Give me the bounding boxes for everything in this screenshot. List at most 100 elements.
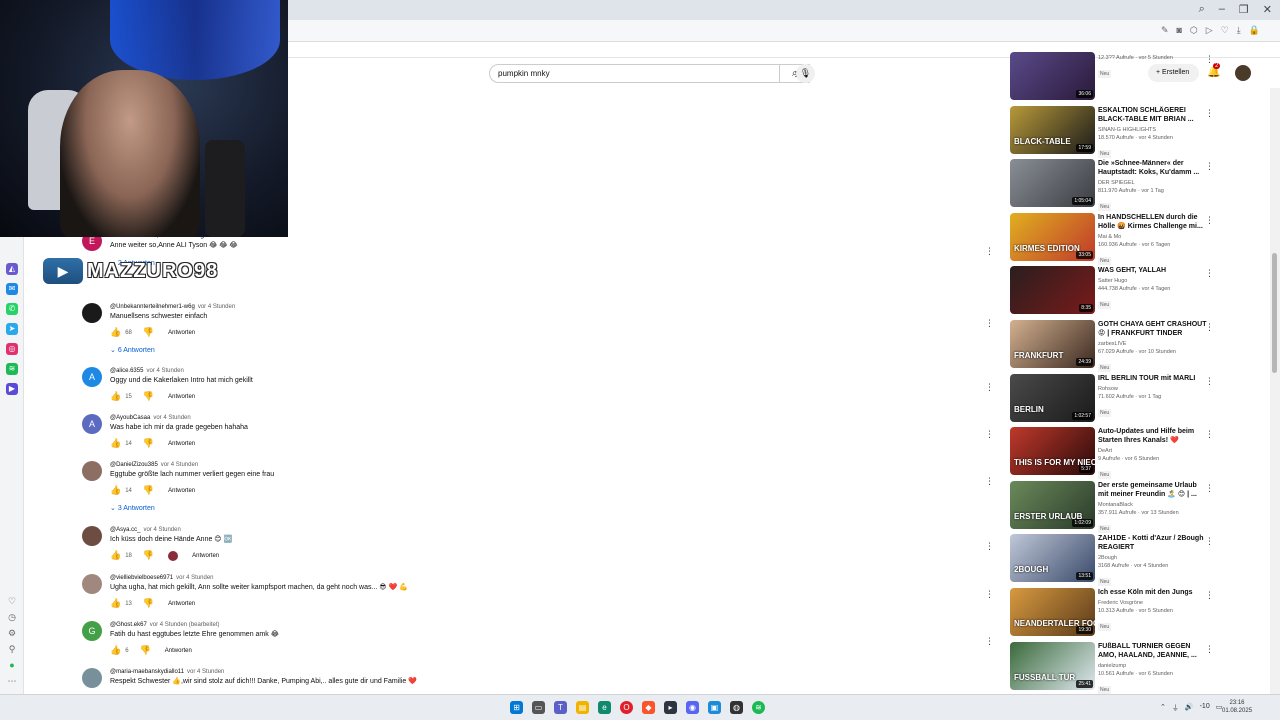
like-icon[interactable]: 👍 <box>110 485 121 496</box>
download-icon[interactable]: ⤓ <box>1237 25 1241 36</box>
recommended-video[interactable]: 1:05:04 Die »Schnee-Männer« der Hauptsta… <box>1010 159 1230 211</box>
like-icon[interactable]: 👍 <box>110 645 121 656</box>
brave-icon[interactable]: ◆ <box>642 701 655 714</box>
clock[interactable]: 23:16 01.08.2025 <box>1222 699 1252 715</box>
video-thumbnail[interactable]: ERSTER URLAUB 1:02:09 <box>1010 481 1095 529</box>
recommended-video[interactable]: NEANDERTALER FOOD TOUR19:30 Ich esse Köl… <box>1010 588 1230 636</box>
video-title[interactable]: ESKALTION SCHLÄGEREI BLACK-TABLE MIT BRI… <box>1098 106 1208 124</box>
video-thumbnail[interactable]: FRANKFURT 24:39 <box>1010 320 1095 368</box>
reply-button[interactable]: Antworten <box>192 553 219 559</box>
video-menu-icon[interactable]: ⋮ <box>1205 429 1214 440</box>
app-icon[interactable]: ▣ <box>708 701 721 714</box>
video-menu-icon[interactable]: ⋮ <box>1205 322 1214 333</box>
start-icon[interactable]: ⊞ <box>510 701 523 714</box>
reply-button[interactable]: Antworten <box>168 441 195 447</box>
voice-search-icon[interactable]: 🎙 <box>796 64 815 83</box>
edit-icon[interactable]: ✎ <box>1161 25 1169 36</box>
comment-menu-icon[interactable]: ⋮ <box>985 636 994 647</box>
video-title[interactable]: ZAH1DE - Kotti d'Azur / 2Bough REAGIERT <box>1098 534 1208 552</box>
video-thumbnail[interactable]: 36:06 <box>1010 52 1095 100</box>
video-thumbnail[interactable]: NEANDERTALER FOOD TOUR19:30 <box>1010 588 1095 636</box>
like-icon[interactable]: 👍 <box>110 598 121 609</box>
video-menu-icon[interactable]: ⋮ <box>1205 376 1214 387</box>
aria-icon[interactable]: ◭ <box>6 263 18 275</box>
video-title[interactable]: GOTH CHAYA GEHT CRASHOUT 😡 | FRANKFURT T… <box>1098 320 1208 338</box>
search-icon[interactable]: ⌕ <box>1199 3 1205 16</box>
play-icon[interactable]: ▷ <box>1206 25 1213 36</box>
reply-button[interactable]: Antworten <box>168 601 195 607</box>
obs-icon[interactable]: ◍ <box>730 701 743 714</box>
terminal-icon[interactable]: ▸ <box>664 701 677 714</box>
comment-author[interactable]: @maria-maebanskydiallo11 <box>110 669 184 675</box>
video-menu-icon[interactable]: ⋮ <box>1205 536 1214 547</box>
cube-icon[interactable]: ⬡ <box>1190 25 1198 36</box>
comment-avatar[interactable] <box>82 668 102 688</box>
dislike-icon[interactable]: 👎 <box>143 550 154 561</box>
comment-avatar[interactable]: G <box>82 621 102 641</box>
video-channel[interactable]: Satter Hugo <box>1098 277 1208 285</box>
messenger-icon[interactable]: ✉ <box>6 283 18 295</box>
minimize-icon[interactable]: – <box>1219 3 1225 16</box>
discord-icon[interactable]: ◉ <box>686 701 699 714</box>
comment-avatar[interactable]: A <box>82 414 102 434</box>
lock-icon[interactable]: 🔒 <box>1249 25 1260 36</box>
comment-author[interactable]: @alice.6355 <box>110 368 143 374</box>
video-channel[interactable]: 2Bough <box>1098 554 1208 562</box>
telegram-icon[interactable]: ➤ <box>6 323 18 335</box>
pin-icon[interactable]: ⚲ <box>6 643 18 655</box>
video-menu-icon[interactable]: ⋮ <box>1205 108 1214 119</box>
video-title[interactable]: Ich esse Köln mit den Jungs <box>1098 588 1208 597</box>
reply-button[interactable]: Antworten <box>168 394 195 400</box>
video-thumbnail[interactable]: 8:35 <box>1010 266 1095 314</box>
view-replies-button[interactable]: ⌄ 6 Antworten <box>110 346 235 354</box>
comment-author[interactable]: @vielliebvielboese6971 <box>110 575 173 581</box>
video-thumbnail[interactable]: 2BOUGH 13:51 <box>1010 534 1095 582</box>
video-title[interactable]: Der erste gemeinsame Urlaub mit meiner F… <box>1098 481 1208 499</box>
heart-icon[interactable]: ♡ <box>1221 25 1229 36</box>
video-thumbnail[interactable]: 1:05:04 <box>1010 159 1095 207</box>
teams-icon[interactable]: T <box>554 701 567 714</box>
video-menu-icon[interactable]: ⋮ <box>1205 161 1214 172</box>
comment-author[interactable]: @Ghost.ek67 <box>110 622 147 628</box>
comment-author[interactable]: @Asya.cc_ <box>110 527 140 533</box>
comment-avatar[interactable]: A <box>82 367 102 387</box>
close-icon[interactable]: ✕ <box>1263 3 1272 16</box>
like-icon[interactable]: 👍 <box>110 438 121 449</box>
instagram-icon[interactable]: ◎ <box>6 343 18 355</box>
comment-avatar[interactable] <box>82 461 102 481</box>
page-scrollbar[interactable] <box>1270 88 1280 694</box>
settings-icon[interactable]: ⚙ <box>6 627 18 639</box>
video-menu-icon[interactable]: ⋮ <box>1205 54 1214 65</box>
video-channel[interactable]: Mai & Mo <box>1098 233 1208 241</box>
scrollbar-thumb[interactable] <box>1272 253 1277 373</box>
video-channel[interactable]: zarbexLIVE <box>1098 340 1208 348</box>
comment-menu-icon[interactable]: ⋮ <box>985 476 994 487</box>
history-icon[interactable]: ◷ <box>6 611 18 623</box>
spotify-icon[interactable]: ≋ <box>6 363 18 375</box>
recommended-video[interactable]: 36:06 12.3?? Aufrufe · vor 5 Stunden Neu… <box>1010 52 1230 100</box>
video-menu-icon[interactable]: ⋮ <box>1205 644 1214 655</box>
reply-button[interactable]: Antworten <box>168 330 195 336</box>
recommended-video[interactable]: THIS IS FOR MY NIECE 5:37 Auto-Updates un… <box>1010 427 1230 479</box>
dislike-icon[interactable]: 👎 <box>143 391 154 402</box>
recommended-video[interactable]: 8:35 WAS GEHT, YALLAH Satter Hugo 444.73… <box>1010 266 1230 314</box>
account-avatar[interactable] <box>1235 65 1251 81</box>
dislike-icon[interactable]: 👎 <box>143 327 154 338</box>
comment-avatar[interactable] <box>82 574 102 594</box>
video-thumbnail[interactable]: FUSSBALL TUR 25:41 <box>1010 642 1095 690</box>
favorites-icon[interactable]: ♡ <box>6 595 18 607</box>
comment-author[interactable]: @DanielZizou385 <box>110 462 158 468</box>
comment-author[interactable]: @AyoubCasaa <box>110 415 150 421</box>
player-icon[interactable]: ▶ <box>6 383 18 395</box>
file-explorer-icon[interactable]: ▤ <box>576 701 589 714</box>
recommended-video[interactable]: BERLIN 1:02:57 IRL BERLIN TOUR mit MARLI … <box>1010 374 1230 422</box>
taskview-icon[interactable]: ▭ <box>532 701 545 714</box>
comment-menu-icon[interactable]: ⋮ <box>985 429 994 440</box>
video-title[interactable]: FUßBALL TURNIER GEGEN AMO, HAALAND, JEAN… <box>1098 642 1208 660</box>
comment-menu-icon[interactable]: ⋮ <box>985 589 994 600</box>
camera-icon[interactable]: ◙ <box>1177 25 1182 36</box>
like-icon[interactable]: 👍 <box>110 391 121 402</box>
video-title[interactable]: IRL BERLIN TOUR mit MARLI <box>1098 374 1208 383</box>
comment-avatar[interactable] <box>82 526 102 546</box>
comment-menu-icon[interactable]: ⋮ <box>985 382 994 393</box>
